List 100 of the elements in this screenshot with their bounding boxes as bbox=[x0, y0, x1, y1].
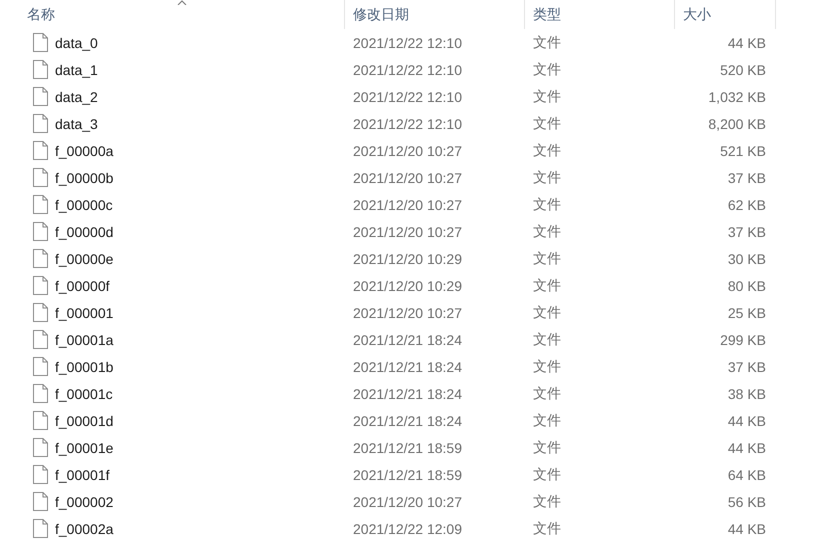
file-size: 520 KB bbox=[720, 62, 766, 78]
file-type: 文件 bbox=[533, 304, 561, 322]
file-size: 25 KB bbox=[728, 304, 766, 320]
file-type: 文件 bbox=[533, 330, 561, 348]
file-name[interactable]: f_00001b bbox=[55, 358, 114, 374]
file-icon bbox=[33, 60, 48, 79]
file-type: 文件 bbox=[533, 88, 561, 106]
file-type: 文件 bbox=[533, 168, 561, 186]
file-size: 44 KB bbox=[728, 520, 766, 536]
file-name[interactable]: data_3 bbox=[55, 116, 98, 132]
file-name[interactable]: f_00000d bbox=[55, 224, 114, 240]
file-size: 37 KB bbox=[728, 224, 766, 240]
modified-date: 2021/12/20 10:27 bbox=[353, 170, 462, 186]
file-type: 文件 bbox=[533, 384, 561, 402]
file-type: 文件 bbox=[533, 114, 561, 132]
file-icon bbox=[33, 384, 48, 403]
modified-date: 2021/12/21 18:59 bbox=[353, 466, 462, 482]
modified-date: 2021/12/21 18:24 bbox=[353, 332, 462, 348]
file-type: 文件 bbox=[533, 196, 561, 214]
file-name[interactable]: f_00001c bbox=[55, 386, 113, 402]
modified-date: 2021/12/22 12:10 bbox=[353, 62, 462, 78]
file-name[interactable]: f_00000c bbox=[55, 196, 113, 212]
file-size: 80 KB bbox=[728, 278, 766, 294]
file-icon bbox=[33, 492, 48, 511]
modified-date: 2021/12/22 12:10 bbox=[353, 116, 462, 132]
file-icon bbox=[33, 330, 48, 349]
modified-date: 2021/12/20 10:29 bbox=[353, 250, 462, 266]
file-type: 文件 bbox=[533, 438, 561, 456]
file-name[interactable]: f_00001d bbox=[55, 412, 114, 428]
file-icon bbox=[33, 33, 48, 52]
modified-date: 2021/12/20 10:27 bbox=[353, 224, 462, 240]
file-name[interactable]: data_2 bbox=[55, 88, 98, 104]
file-size: 38 KB bbox=[728, 386, 766, 402]
modified-date: 2021/12/20 10:27 bbox=[353, 142, 462, 158]
modified-date: 2021/12/20 10:27 bbox=[353, 494, 462, 510]
file-size: 44 KB bbox=[728, 34, 766, 50]
file-icon bbox=[33, 114, 48, 133]
modified-date: 2021/12/20 10:27 bbox=[353, 304, 462, 320]
file-name[interactable]: data_0 bbox=[55, 34, 98, 50]
file-name[interactable]: f_00000f bbox=[55, 278, 110, 294]
file-type: 文件 bbox=[533, 142, 561, 160]
modified-date: 2021/12/20 10:27 bbox=[353, 196, 462, 212]
file-type: 文件 bbox=[533, 222, 561, 240]
modified-date: 2021/12/21 18:24 bbox=[353, 386, 462, 402]
file-size: 30 KB bbox=[728, 250, 766, 266]
modified-date: 2021/12/21 18:59 bbox=[353, 440, 462, 456]
column-header[interactable]: 修改日期 bbox=[345, 0, 525, 29]
file-name[interactable]: data_1 bbox=[55, 62, 98, 78]
file-name[interactable]: f_000002 bbox=[55, 494, 114, 510]
modified-date: 2021/12/21 18:24 bbox=[353, 358, 462, 374]
column-header[interactable]: 名称 bbox=[0, 0, 345, 29]
file-size: 64 KB bbox=[728, 466, 766, 482]
file-icon bbox=[33, 357, 48, 376]
file-icon bbox=[33, 87, 48, 106]
modified-date: 2021/12/22 12:10 bbox=[353, 88, 462, 104]
file-size: 44 KB bbox=[728, 412, 766, 428]
file-name[interactable]: f_00001f bbox=[55, 466, 110, 482]
file-icon bbox=[33, 303, 48, 322]
file-type: 文件 bbox=[533, 412, 561, 430]
column-header[interactable]: 大小 bbox=[675, 0, 776, 29]
file-size: 8,200 KB bbox=[708, 116, 766, 132]
modified-date: 2021/12/22 12:10 bbox=[353, 34, 462, 50]
file-type: 文件 bbox=[533, 358, 561, 376]
file-type: 文件 bbox=[533, 60, 561, 78]
file-name[interactable]: f_00000a bbox=[55, 142, 114, 158]
sort-caret-icon bbox=[177, 0, 187, 5]
file-size: 299 KB bbox=[720, 332, 766, 348]
file-name[interactable]: f_00002a bbox=[55, 520, 114, 536]
file-size: 44 KB bbox=[728, 440, 766, 456]
file-type: 文件 bbox=[533, 466, 561, 484]
file-name[interactable]: f_00001a bbox=[55, 332, 114, 348]
modified-date: 2021/12/20 10:29 bbox=[353, 278, 462, 294]
file-icon bbox=[33, 141, 48, 160]
file-type: 文件 bbox=[533, 492, 561, 510]
file-icon bbox=[33, 222, 48, 241]
file-icon bbox=[33, 465, 48, 484]
file-size: 56 KB bbox=[728, 494, 766, 510]
file-icon bbox=[33, 168, 48, 187]
file-icon bbox=[33, 195, 48, 214]
file-name[interactable]: f_00000e bbox=[55, 250, 114, 266]
file-name[interactable]: f_00001e bbox=[55, 440, 114, 456]
file-type: 文件 bbox=[533, 250, 561, 268]
file-size: 62 KB bbox=[728, 196, 766, 212]
file-icon bbox=[33, 519, 48, 538]
file-type: 文件 bbox=[533, 520, 561, 538]
file-name[interactable]: f_000001 bbox=[55, 304, 114, 320]
file-size: 1,032 KB bbox=[708, 88, 766, 104]
file-type: 文件 bbox=[533, 276, 561, 294]
file-size: 37 KB bbox=[728, 170, 766, 186]
file-size: 37 KB bbox=[728, 358, 766, 374]
file-name[interactable]: f_00000b bbox=[55, 170, 114, 186]
file-icon bbox=[33, 438, 48, 457]
file-icon bbox=[33, 411, 48, 430]
column-header[interactable]: 类型 bbox=[525, 0, 675, 29]
file-icon bbox=[33, 276, 48, 295]
file-icon bbox=[33, 249, 48, 268]
modified-date: 2021/12/22 12:09 bbox=[353, 520, 462, 536]
file-size: 521 KB bbox=[720, 142, 766, 158]
file-type: 文件 bbox=[533, 34, 561, 52]
modified-date: 2021/12/21 18:24 bbox=[353, 412, 462, 428]
